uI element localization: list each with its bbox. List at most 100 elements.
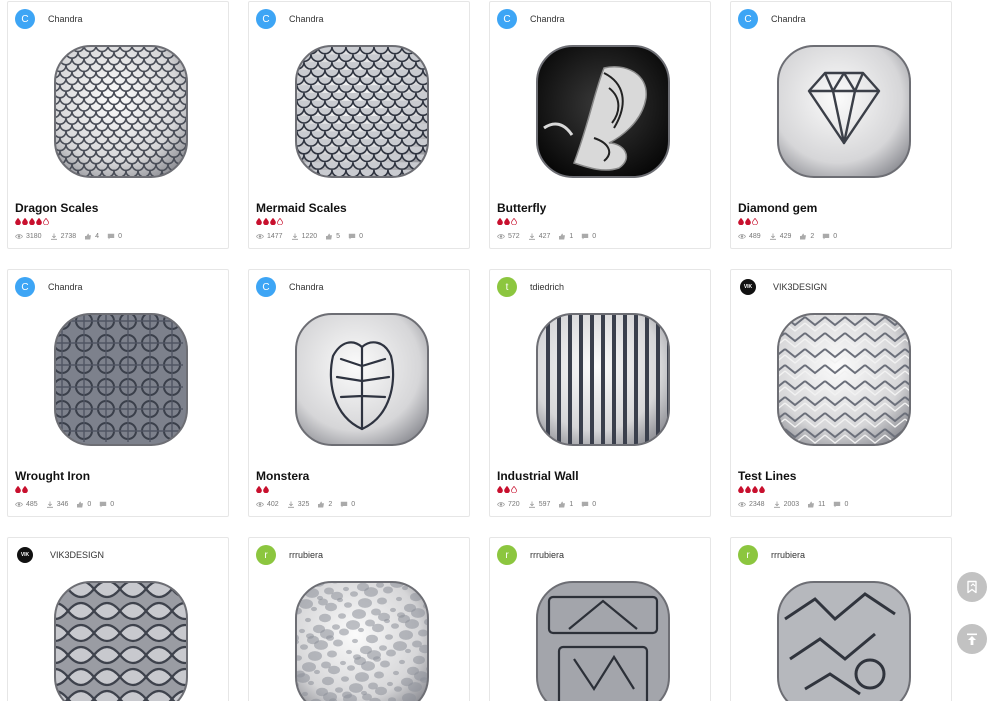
rating bbox=[15, 486, 28, 494]
material-card[interactable]: r rrrubiera bbox=[248, 537, 470, 701]
downloads-count: 346 bbox=[56, 501, 69, 508]
author[interactable]: C Chandra bbox=[15, 277, 83, 297]
author-name[interactable]: rrrubiera bbox=[530, 550, 564, 560]
views-stat: 720 bbox=[497, 501, 520, 508]
author[interactable]: r rrrubiera bbox=[738, 545, 805, 565]
download-icon bbox=[769, 233, 776, 240]
author[interactable]: r rrrubiera bbox=[256, 545, 323, 565]
likes-count: 1 bbox=[569, 501, 574, 508]
author-name[interactable]: rrrubiera bbox=[771, 550, 805, 560]
author-name[interactable]: VIK3DESIGN bbox=[50, 550, 104, 560]
material-card[interactable]: C Chandra Dragon Scales 3180 2738 4 0 bbox=[7, 1, 229, 249]
avatar[interactable]: VIK bbox=[740, 279, 756, 295]
views-stat: 572 bbox=[497, 233, 520, 240]
avatar[interactable]: C bbox=[738, 9, 758, 29]
avatar[interactable]: t bbox=[497, 277, 517, 297]
avatar[interactable]: VIK bbox=[17, 547, 33, 563]
bookmark-button[interactable] bbox=[957, 572, 987, 602]
author-name[interactable]: Chandra bbox=[530, 14, 565, 24]
author-name[interactable]: tdiedrich bbox=[530, 282, 564, 292]
avatar[interactable]: r bbox=[256, 545, 276, 565]
material-card[interactable]: C Chandra Monstera 402 325 2 0 bbox=[248, 269, 470, 517]
likes-count: 4 bbox=[95, 233, 100, 240]
material-title[interactable]: Test Lines bbox=[738, 469, 796, 483]
likes-count: 5 bbox=[336, 233, 341, 240]
material-thumbnail[interactable] bbox=[534, 43, 672, 180]
likes-count: 1 bbox=[569, 233, 574, 240]
downloads-count: 429 bbox=[779, 233, 792, 240]
material-title[interactable]: Monstera bbox=[256, 469, 309, 483]
author-name[interactable]: Chandra bbox=[771, 14, 806, 24]
avatar[interactable]: r bbox=[497, 545, 517, 565]
material-title[interactable]: Industrial Wall bbox=[497, 469, 579, 483]
comments-stat: 0 bbox=[340, 501, 355, 508]
material-card[interactable]: C Chandra Wrought Iron 485 346 0 0 bbox=[7, 269, 229, 517]
material-card[interactable]: r rrrubiera bbox=[489, 537, 711, 701]
material-card[interactable]: r rrrubiera bbox=[730, 537, 952, 701]
material-thumbnail[interactable] bbox=[293, 579, 431, 701]
views-stat: 3180 bbox=[15, 233, 42, 240]
material-thumbnail[interactable] bbox=[534, 579, 672, 701]
author[interactable]: C Chandra bbox=[256, 277, 324, 297]
author-name[interactable]: Chandra bbox=[48, 14, 83, 24]
author[interactable]: VIK VIK3DESIGN bbox=[738, 277, 827, 297]
author[interactable]: C Chandra bbox=[738, 9, 806, 29]
views-count: 489 bbox=[749, 233, 761, 240]
material-thumbnail[interactable] bbox=[775, 43, 913, 180]
likes-stat: 4 bbox=[84, 233, 99, 240]
eye-icon bbox=[497, 502, 505, 507]
downloads-stat: 597 bbox=[528, 501, 551, 508]
material-card[interactable]: C Chandra Diamond gem 489 429 2 0 bbox=[730, 1, 952, 249]
material-thumbnail[interactable] bbox=[52, 43, 190, 180]
author-name[interactable]: VIK3DESIGN bbox=[773, 282, 827, 292]
author[interactable]: C Chandra bbox=[15, 9, 83, 29]
likes-count: 2 bbox=[328, 501, 333, 508]
scroll-to-top-button[interactable] bbox=[957, 624, 987, 654]
material-title[interactable]: Butterfly bbox=[497, 201, 546, 215]
rating bbox=[738, 486, 765, 494]
material-thumbnail[interactable] bbox=[52, 311, 190, 448]
downloads-stat: 2738 bbox=[50, 233, 76, 240]
author-name[interactable]: Chandra bbox=[289, 14, 324, 24]
likes-stat: 1 bbox=[558, 501, 573, 508]
stats-row: 3180 2738 4 0 bbox=[15, 233, 130, 240]
material-thumbnail[interactable] bbox=[52, 579, 190, 701]
avatar[interactable]: C bbox=[497, 9, 517, 29]
stats-row: 572 427 1 0 bbox=[497, 233, 604, 240]
material-thumbnail[interactable] bbox=[775, 579, 913, 701]
avatar[interactable]: C bbox=[256, 9, 276, 29]
material-card[interactable]: t tdiedrich Industrial Wall 720 597 1 0 bbox=[489, 269, 711, 517]
material-title[interactable]: Wrought Iron bbox=[15, 469, 90, 483]
downloads-count: 597 bbox=[538, 501, 551, 508]
material-thumbnail[interactable] bbox=[293, 311, 431, 448]
comments-count: 0 bbox=[110, 501, 115, 508]
avatar[interactable]: C bbox=[15, 9, 35, 29]
author[interactable]: VIK VIK3DESIGN bbox=[15, 545, 104, 565]
author-name[interactable]: Chandra bbox=[48, 282, 83, 292]
material-card[interactable]: VIK VIK3DESIGN bbox=[7, 537, 229, 701]
material-card[interactable]: VIK VIK3DESIGN Test Lines 2348 2003 11 0 bbox=[730, 269, 952, 517]
author[interactable]: C Chandra bbox=[256, 9, 324, 29]
author-name[interactable]: rrrubiera bbox=[289, 550, 323, 560]
author-name[interactable]: Chandra bbox=[289, 282, 324, 292]
like-icon bbox=[800, 233, 807, 240]
downloads-stat: 346 bbox=[46, 501, 69, 508]
comments-count: 0 bbox=[592, 233, 597, 240]
stats-row: 485 346 0 0 bbox=[15, 501, 122, 508]
material-title[interactable]: Mermaid Scales bbox=[256, 201, 347, 215]
avatar[interactable]: C bbox=[15, 277, 35, 297]
views-stat: 1477 bbox=[256, 233, 283, 240]
author[interactable]: t tdiedrich bbox=[497, 277, 564, 297]
material-thumbnail[interactable] bbox=[775, 311, 913, 448]
material-card[interactable]: C Chandra Mermaid Scales 1477 1220 5 0 bbox=[248, 1, 470, 249]
avatar[interactable]: r bbox=[738, 545, 758, 565]
author[interactable]: r rrrubiera bbox=[497, 545, 564, 565]
author[interactable]: C Chandra bbox=[497, 9, 565, 29]
material-title[interactable]: Diamond gem bbox=[738, 201, 817, 215]
material-title[interactable]: Dragon Scales bbox=[15, 201, 98, 215]
avatar[interactable]: C bbox=[256, 277, 276, 297]
material-card[interactable]: C Chandra Butterfly 572 427 1 0 bbox=[489, 1, 711, 249]
downloads-stat: 1220 bbox=[291, 233, 317, 240]
material-thumbnail[interactable] bbox=[293, 43, 431, 180]
material-thumbnail[interactable] bbox=[534, 311, 672, 448]
